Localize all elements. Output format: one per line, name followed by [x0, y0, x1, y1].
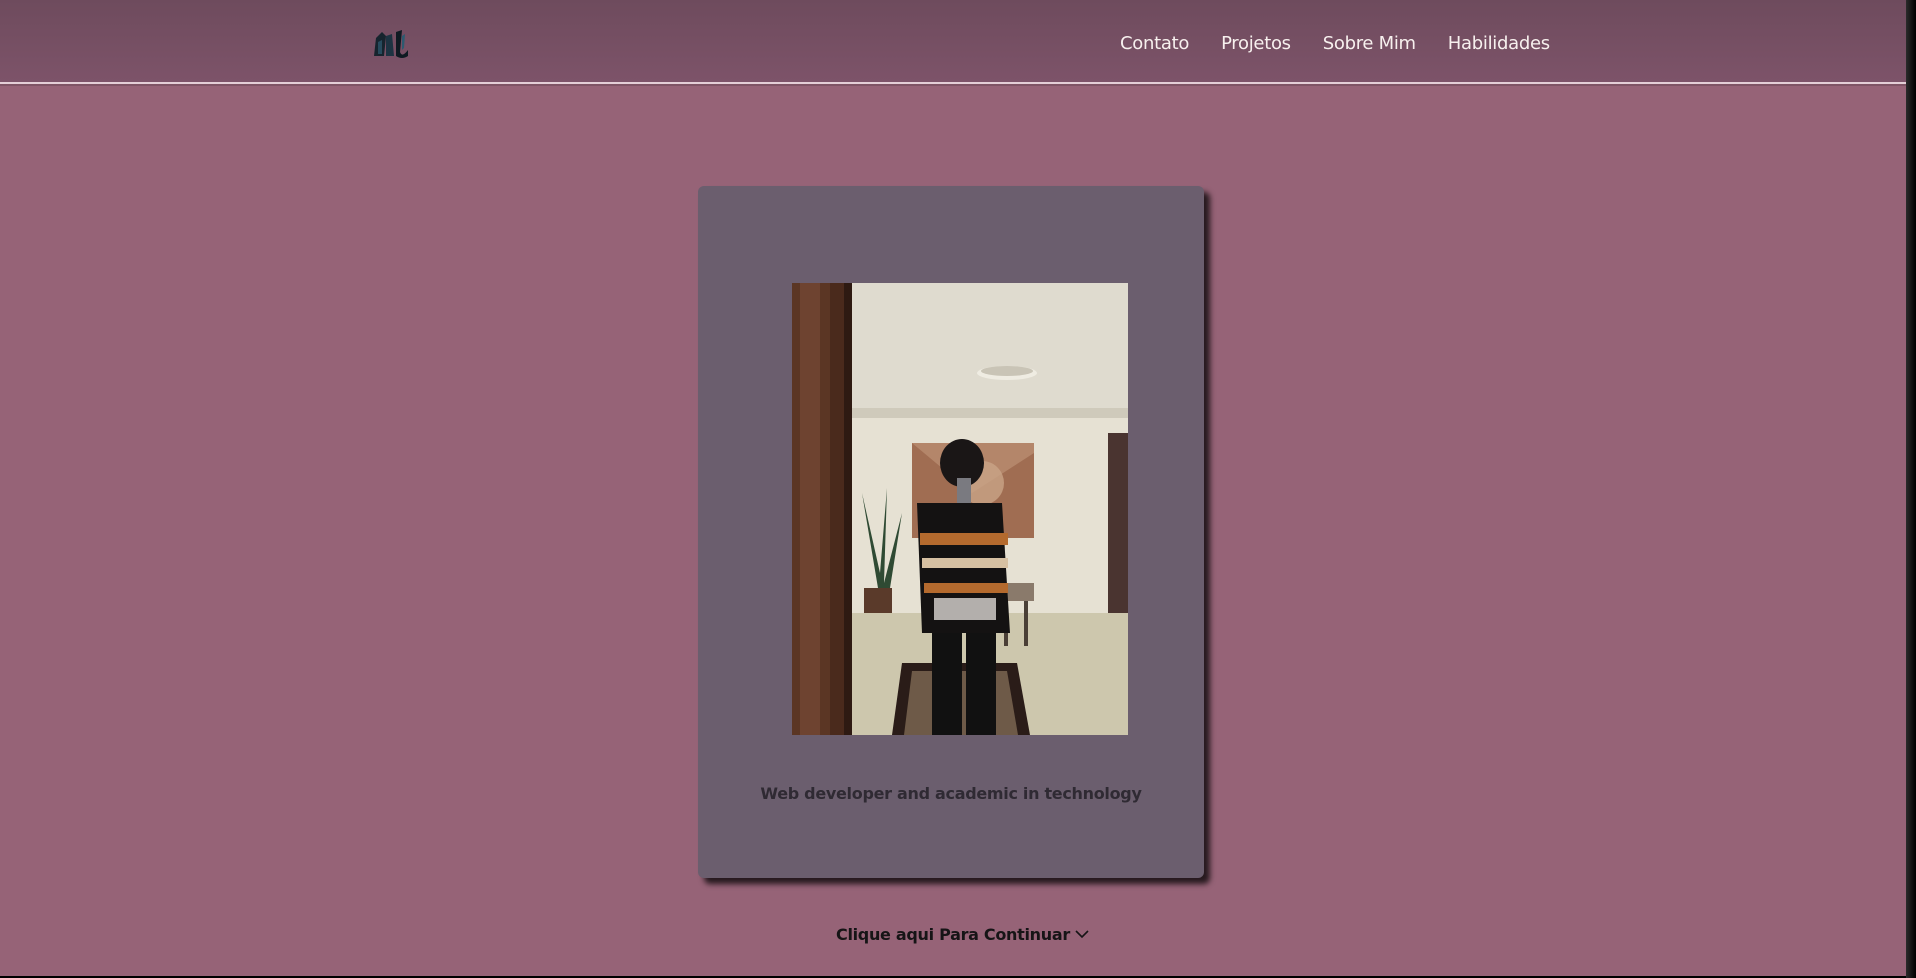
navbar: Contato Projetos Sobre Mim Habilidades — [0, 0, 1906, 84]
nav-link-sobre-mim[interactable]: Sobre Mim — [1323, 33, 1416, 54]
logo-icon[interactable] — [372, 28, 410, 60]
scrollbar[interactable] — [1906, 0, 1916, 978]
nav-link-contato[interactable]: Contato — [1120, 33, 1189, 54]
profile-photo — [792, 283, 1128, 735]
profile-card: Web developer and academic in technology — [698, 186, 1204, 878]
tagline: Web developer and academic in technology — [760, 784, 1142, 803]
continue-label: Clique aqui Para Continuar — [836, 924, 1070, 944]
chevron-down-icon — [1075, 930, 1089, 939]
nav-link-projetos[interactable]: Projetos — [1221, 33, 1291, 54]
continue-link[interactable]: Clique aqui Para Continuar — [836, 922, 1090, 946]
main-nav: Contato Projetos Sobre Mim Habilidades — [1120, 30, 1550, 56]
nav-link-habilidades[interactable]: Habilidades — [1448, 33, 1550, 54]
page: Contato Projetos Sobre Mim Habilidades W… — [0, 0, 1906, 976]
